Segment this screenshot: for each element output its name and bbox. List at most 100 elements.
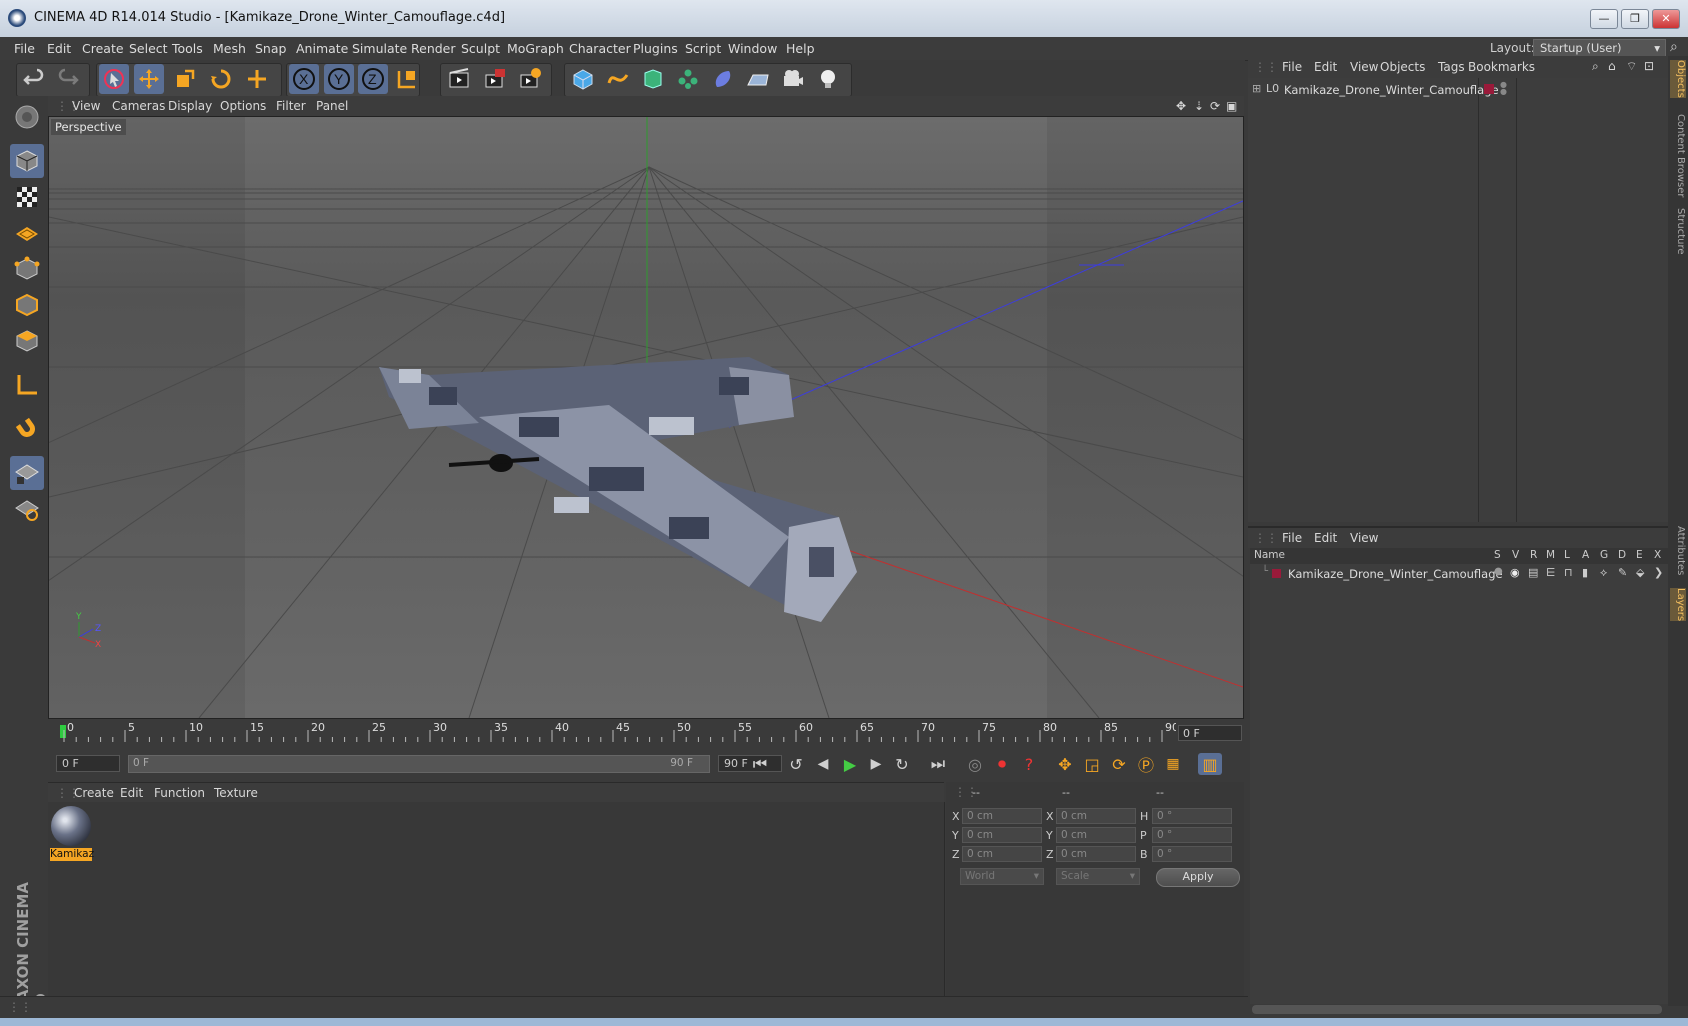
current-frame-field[interactable]: 0 F [1178,725,1242,741]
redo-icon[interactable] [53,64,83,94]
coord-scale-select[interactable]: Scale ▾ [1056,868,1140,885]
menu-edit[interactable]: Edit [47,41,71,56]
render-settings-icon[interactable] [515,64,545,94]
key-parameter-icon[interactable]: Ⓟ [1134,753,1158,775]
nurbs-icon[interactable] [638,64,668,94]
objects-menu-bookmarks[interactable]: Bookmarks [1468,60,1535,74]
side-tab-objects[interactable]: Objects [1670,60,1686,98]
maximize-view-icon[interactable]: ▣ [1226,99,1237,113]
model-mode-icon[interactable] [10,144,44,178]
menu-help[interactable]: Help [786,41,815,56]
timeline-window-icon[interactable]: ▥ [1198,753,1222,775]
x-axis-lock-icon[interactable]: X [289,64,319,94]
coord-rot-h-field[interactable]: 0 ° [1152,808,1232,824]
menu-window[interactable]: Window [728,41,777,56]
objects-menu-edit[interactable]: Edit [1314,60,1337,74]
expand-icon[interactable]: ⊞ [1252,82,1261,95]
quantize-icon[interactable] [10,492,44,526]
coord-size-y-field[interactable]: 0 cm [1056,827,1136,843]
layer-row[interactable]: └ Kamikaze_Drone_Winter_Camouflage ● ◉ ▤… [1250,566,1668,582]
objects-menu-objects[interactable]: Objects [1380,60,1425,74]
deformer-icon[interactable] [708,64,738,94]
material-menu-texture[interactable]: Texture [214,786,258,800]
camera-icon[interactable] [778,64,808,94]
collapse-icon[interactable]: ⌔ [1626,59,1637,74]
spline-icon[interactable] [603,64,633,94]
viewport-menu-view[interactable]: View [72,99,100,113]
minimize-button[interactable]: — [1590,9,1618,29]
menu-create[interactable]: Create [82,41,124,56]
coord-size-z-field[interactable]: 0 cm [1056,846,1136,862]
make-editable-icon[interactable] [10,100,44,134]
record-icon[interactable]: ⏺ [990,753,1014,775]
points-mode-icon[interactable] [10,252,44,286]
cube-icon[interactable] [568,64,598,94]
coordinate-system-icon[interactable] [392,64,422,94]
go-to-start-icon[interactable]: ⏮ [748,753,772,775]
layer-solo-toggle-icon[interactable]: ● [1494,566,1503,577]
layout-select[interactable]: Startup (User) ▾ [1533,39,1666,57]
material-menu-edit[interactable]: Edit [120,786,143,800]
side-tab-content-browser[interactable]: Content Browser [1670,114,1686,197]
floor-icon[interactable] [743,64,773,94]
start-frame-field[interactable]: 0 F [56,755,120,772]
horizontal-scrollbar[interactable] [1252,1005,1662,1014]
light-icon[interactable] [813,64,843,94]
previous-key-icon[interactable]: ↺ [784,753,808,775]
menu-simulate[interactable]: Simulate [352,41,407,56]
keyframe-selection-icon[interactable]: ? [1017,753,1041,775]
rotate-icon[interactable] [206,64,236,94]
array-icon[interactable] [673,64,703,94]
menu-snap[interactable]: Snap [255,41,286,56]
close-button[interactable]: ✕ [1652,9,1680,29]
polygons-mode-icon[interactable] [10,324,44,358]
next-key-icon[interactable]: ↻ [890,753,914,775]
layer-animation-icon[interactable]: ▮ [1582,566,1588,579]
drone-model[interactable] [379,357,857,622]
coord-mode-select[interactable]: World ▾ [960,868,1044,885]
menu-file[interactable]: File [14,41,35,56]
viewport-menu-panel[interactable]: Panel [316,99,348,113]
layer-xref-icon[interactable]: ❯ [1654,566,1663,579]
key-pla-icon[interactable]: ▦ [1161,753,1185,775]
coord-pos-y-field[interactable]: 0 cm [962,827,1042,843]
layer-color-swatch[interactable] [1272,569,1281,578]
menu-plugins[interactable]: Plugins [633,41,678,56]
layer-render-icon[interactable]: ▤ [1528,566,1538,579]
key-scale-icon[interactable]: ◲ [1080,753,1104,775]
side-tab-structure[interactable]: Structure [1670,208,1686,255]
material-swatch[interactable]: Kamikaz [50,806,94,864]
layer-deformer-icon[interactable]: ✎ [1618,566,1627,579]
layer-generator-icon[interactable]: ⟡ [1600,566,1607,580]
layer-color-swatch[interactable] [1484,84,1494,94]
side-tab-layers[interactable]: Layers [1670,588,1686,622]
object-name[interactable]: Kamikaze_Drone_Winter_Camouflage [1284,83,1499,97]
material-menu-function[interactable]: Function [154,786,205,800]
timeline-ruler[interactable]: 0 5 10 15 20 25 30 35 40 45 50 55 60 65 70 75 80 85 90 0 F [48,720,1244,748]
menu-render[interactable]: Render [411,41,456,56]
menu-script[interactable]: Script [685,41,721,56]
coord-rot-p-field[interactable]: 0 ° [1152,827,1232,843]
move-view-icon[interactable]: ✥ [1176,99,1186,113]
viewport-menu-display[interactable]: Display [168,99,212,113]
objects-menu-file[interactable]: File [1282,60,1302,74]
menu-character[interactable]: Character [569,41,631,56]
texture-mode-icon[interactable] [10,180,44,214]
rotate-view-icon[interactable]: ⟳ [1210,99,1220,113]
previous-frame-icon[interactable]: ◀ [811,753,835,775]
search-icon[interactable]: ⌕ [1670,39,1678,55]
search-icon[interactable]: ⌕ [1592,59,1599,74]
edges-mode-icon[interactable] [10,288,44,322]
dolly-view-icon[interactable]: ⇣ [1194,99,1204,113]
coord-pos-x-field[interactable]: 0 cm [962,808,1042,824]
layer-expression-icon[interactable]: ⬙ [1636,566,1644,579]
workplane-icon[interactable] [10,216,44,250]
menu-sculpt[interactable]: Sculpt [461,41,500,56]
axis-mode-icon[interactable] [10,368,44,402]
object-row[interactable]: ⊞ L0 Kamikaze_Drone_Winter_Camouflage ● ● [1248,81,1668,98]
layer-manager-icon[interactable]: ⋿ [1546,566,1556,579]
maximize-button[interactable]: ❐ [1621,9,1649,29]
frame-range-slider[interactable]: 0 F 90 F [128,755,710,773]
viewport-menu-filter[interactable]: Filter [276,99,306,113]
new-view-icon[interactable]: ⊡ [1644,59,1654,73]
